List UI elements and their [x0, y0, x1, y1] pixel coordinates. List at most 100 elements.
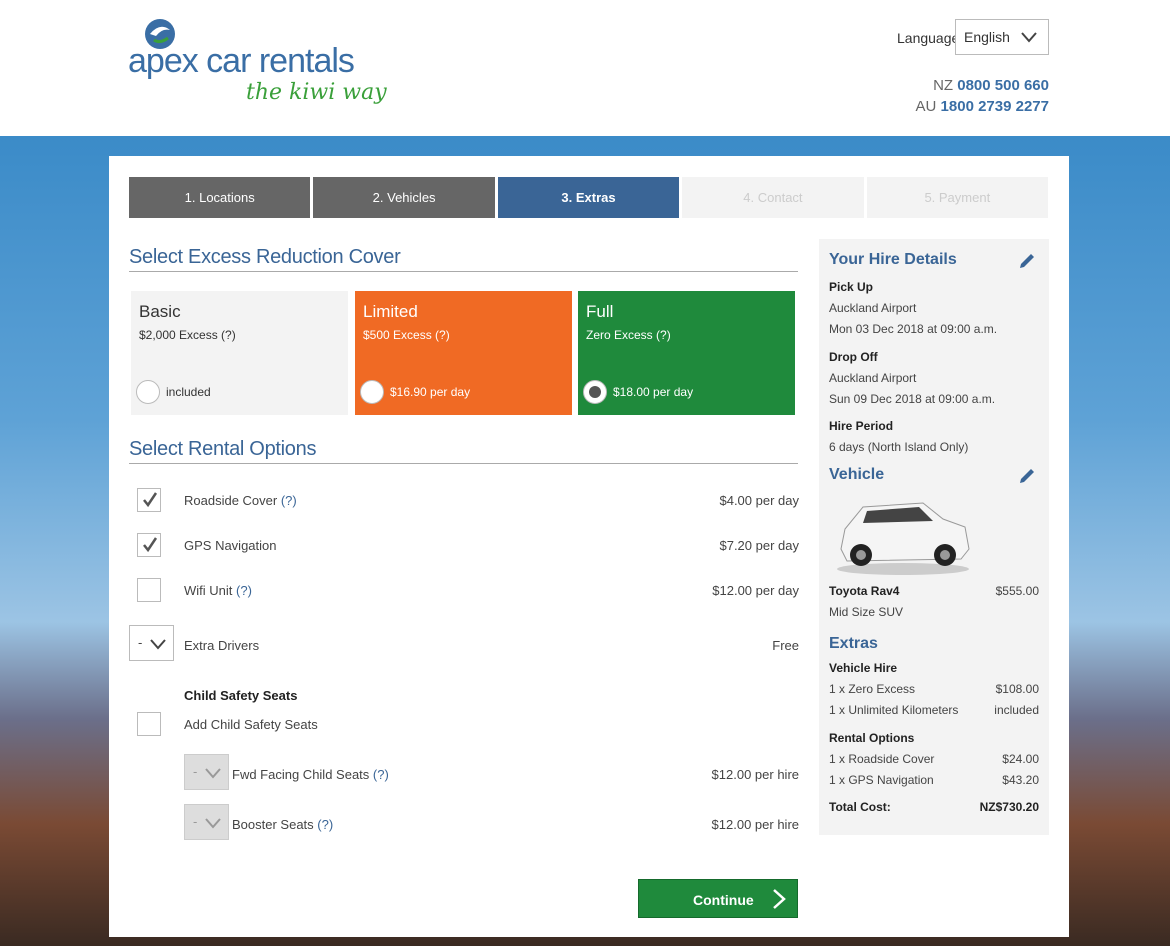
- edit-pencil-icon[interactable]: [1017, 466, 1037, 486]
- summary-title: Your Hire Details: [829, 251, 957, 268]
- phone-nz-prefix: NZ: [933, 77, 954, 94]
- chevron-down-icon: [205, 818, 221, 829]
- chevron-down-icon: [205, 768, 221, 779]
- excess-option-basic[interactable]: Basic $2,000 Excess (?) included: [131, 291, 348, 415]
- phone-au-prefix: AU: [915, 98, 937, 115]
- option-label: Add Child Safety Seats: [184, 717, 318, 732]
- step-locations[interactable]: 1. Locations: [129, 177, 311, 218]
- summary-line-value: $108.00: [995, 682, 1039, 696]
- option-fwd-facing-seats: - Fwd Facing Child Seats (?) $12.00 per …: [129, 754, 799, 790]
- summary-line-label: 1 x Unlimited Kilometers: [829, 703, 959, 717]
- excess-radio-basic[interactable]: [136, 380, 160, 404]
- excess-option-full[interactable]: Full Zero Excess (?) $18.00 per day: [578, 291, 795, 415]
- rental-options-heading: Rental Options: [829, 731, 915, 745]
- option-add-child-seats: Add Child Safety Seats: [129, 710, 799, 740]
- option-label: Wifi Unit: [184, 583, 233, 598]
- excess-option-sub[interactable]: $500 Excess (?): [363, 328, 450, 342]
- fwd-facing-seats-select[interactable]: -: [184, 754, 229, 790]
- extra-drivers-select[interactable]: -: [129, 625, 174, 661]
- add-child-seats-checkbox[interactable]: [137, 712, 161, 736]
- help-link[interactable]: (?): [373, 767, 389, 782]
- help-link[interactable]: (?): [236, 583, 252, 598]
- child-seats-heading-row: Child Safety Seats: [129, 681, 799, 711]
- select-value: -: [193, 814, 198, 829]
- phone-nz-number: 0800 500 660: [957, 77, 1049, 94]
- summary-line-value: $24.00: [1002, 752, 1039, 766]
- roadside-cover-checkbox[interactable]: [137, 488, 161, 512]
- phone-au[interactable]: AU 1800 2739 2277: [916, 98, 1049, 115]
- excess-radio-limited[interactable]: [360, 380, 384, 404]
- site-header: apex car rentals the kiwi way Language E…: [0, 0, 1170, 136]
- vehicle-hire-heading: Vehicle Hire: [829, 661, 898, 675]
- dropoff-location: Auckland Airport: [829, 371, 917, 385]
- summary-line-value: included: [994, 703, 1039, 717]
- excess-radio-full[interactable]: [583, 380, 607, 404]
- summary-line-label: 1 x Roadside Cover: [829, 752, 935, 766]
- excess-section-title: Select Excess Reduction Cover: [129, 246, 798, 272]
- option-gps-navigation: GPS Navigation $7.20 per day: [129, 531, 799, 561]
- edit-pencil-icon[interactable]: [1017, 251, 1037, 271]
- option-price: $4.00 per day: [719, 493, 799, 508]
- step-contact: 4. Contact: [682, 177, 864, 218]
- total-label: Total Cost:: [829, 800, 891, 814]
- excess-option-price: $18.00 per day: [613, 385, 694, 399]
- vehicle-name: Toyota Rav4: [829, 584, 900, 598]
- hire-period-heading: Hire Period: [829, 419, 894, 433]
- phone-nz[interactable]: NZ 0800 500 660: [933, 77, 1049, 94]
- language-select[interactable]: English: [955, 19, 1049, 55]
- vehicle-price: $555.00: [995, 584, 1039, 598]
- option-price: $7.20 per day: [719, 538, 799, 553]
- extras-title: Extras: [829, 635, 878, 652]
- rental-options-title: Select Rental Options: [129, 438, 798, 464]
- gps-navigation-checkbox[interactable]: [137, 533, 161, 557]
- vehicle-title: Vehicle: [829, 466, 885, 483]
- checkmark-icon: [143, 537, 158, 553]
- option-label: Fwd Facing Child Seats: [232, 767, 370, 782]
- child-seats-heading: Child Safety Seats: [184, 688, 298, 703]
- language-value: English: [964, 29, 1010, 45]
- option-label: Booster Seats: [232, 817, 314, 832]
- brand-logo[interactable]: apex car rentals the kiwi way: [128, 18, 387, 113]
- excess-option-price: $16.90 per day: [390, 385, 471, 399]
- option-roadside-cover: Roadside Cover (?) $4.00 per day: [129, 486, 799, 516]
- dropoff-time: Sun 09 Dec 2018 at 09:00 a.m.: [829, 392, 996, 406]
- brand-name: apex car rentals: [128, 42, 355, 80]
- option-price: $12.00 per day: [712, 583, 799, 598]
- step-vehicles[interactable]: 2. Vehicles: [313, 177, 495, 218]
- option-label: Roadside Cover: [184, 493, 278, 508]
- step-extras[interactable]: 3. Extras: [497, 177, 680, 218]
- pickup-heading: Pick Up: [829, 280, 874, 294]
- excess-option-limited[interactable]: Limited $500 Excess (?) $16.90 per day: [355, 291, 572, 415]
- excess-option-sub[interactable]: $2,000 Excess (?): [139, 328, 236, 342]
- phone-au-number: 1800 2739 2277: [940, 98, 1049, 115]
- dropoff-heading: Drop Off: [829, 350, 878, 364]
- hire-summary: Your Hire Details Pick Up Auckland Airpo…: [819, 239, 1049, 835]
- booking-panel: 1. Locations 2. Vehicles 3. Extras 4. Co…: [109, 156, 1069, 937]
- option-label: GPS Navigation: [184, 538, 277, 553]
- excess-option-name: Limited: [363, 302, 418, 321]
- excess-option-sub[interactable]: Zero Excess (?): [586, 328, 671, 342]
- option-price: $12.00 per hire: [711, 817, 799, 832]
- help-link[interactable]: (?): [317, 817, 333, 832]
- option-booster-seats: - Booster Seats (?) $12.00 per hire: [129, 804, 799, 840]
- wifi-unit-checkbox[interactable]: [137, 578, 161, 602]
- language-label: Language: [897, 30, 960, 46]
- excess-option-name: Full: [586, 302, 614, 321]
- chevron-down-icon: [150, 639, 166, 650]
- booster-seats-select[interactable]: -: [184, 804, 229, 840]
- total-value: NZ$730.20: [979, 800, 1039, 814]
- brand-tagline: the kiwi way: [246, 80, 387, 105]
- vehicle-image: [837, 502, 970, 575]
- continue-label: Continue: [693, 892, 754, 908]
- step-payment: 5. Payment: [866, 177, 1049, 218]
- continue-button[interactable]: Continue: [638, 879, 798, 918]
- pickup-location: Auckland Airport: [829, 301, 917, 315]
- option-price: Free: [772, 638, 799, 653]
- excess-option-price: included: [166, 385, 211, 399]
- help-link[interactable]: (?): [281, 493, 297, 508]
- select-value: -: [193, 764, 198, 779]
- option-extra-drivers: - Extra Drivers Free: [129, 625, 799, 661]
- option-price: $12.00 per hire: [711, 767, 799, 782]
- excess-option-name: Basic: [139, 302, 181, 321]
- pickup-time: Mon 03 Dec 2018 at 09:00 a.m.: [829, 322, 998, 336]
